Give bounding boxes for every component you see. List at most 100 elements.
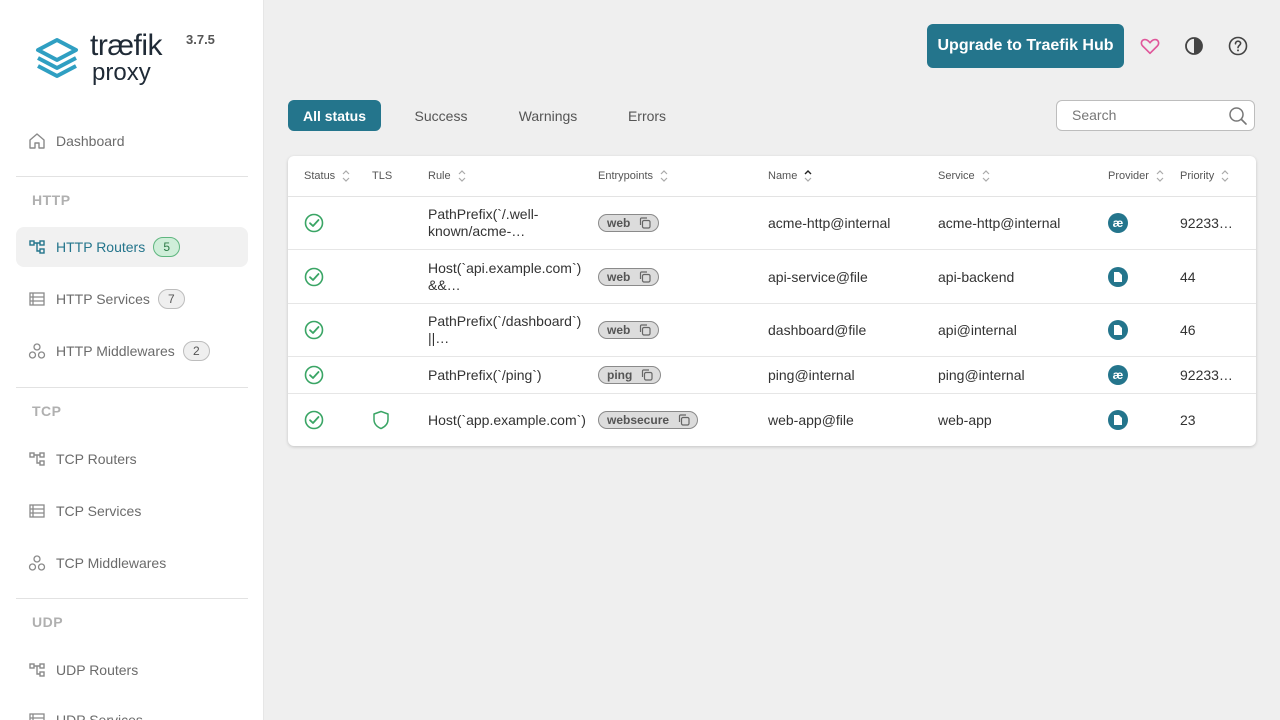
sidebar-item-http-routers[interactable]: HTTP Routers 5 [16,227,248,267]
column-header-rule[interactable]: Rule [428,156,467,196]
service-name: web-app [938,412,992,428]
entrypoint-chip[interactable]: ping [598,366,662,384]
service-name: acme-http@internal [938,215,1061,231]
column-header-provider[interactable]: Provider [1108,156,1165,196]
entrypoint-chip[interactable]: web [598,214,660,232]
sidebar-item-dashboard[interactable]: Dashboard [16,121,248,161]
priority-value: 92233… [1180,215,1233,231]
entrypoint-chip[interactable]: web [598,321,660,339]
service-name: api@internal [938,322,1017,338]
section-title-udp: UDP [32,614,64,630]
rule-text: PathPrefix(`/.well-known/acme-… [428,206,539,239]
heart-icon[interactable] [1138,34,1162,58]
table-row[interactable]: Host(`api.example.com`) &&… web api-serv… [288,250,1256,304]
sidebar-item-tcp-routers[interactable]: TCP Routers [16,439,248,479]
success-status-icon [304,357,324,393]
column-header-entrypoints[interactable]: Entrypoints [598,156,669,196]
sidebar-item-label: HTTP Services [56,291,150,307]
table-row[interactable]: PathPrefix(`/dashboard`) ||… web dashboa… [288,304,1256,357]
sidebar-item-label: TCP Services [56,503,142,519]
section-title-http: HTTP [32,192,71,208]
filter-warnings[interactable]: Warnings [505,100,591,131]
success-status-icon [304,394,324,446]
rule-text: Host(`app.example.com`) [428,411,586,428]
rule-text: PathPrefix(`/ping`) [428,366,542,383]
column-header-service[interactable]: Service [938,156,991,196]
success-status-icon [304,197,324,249]
filter-success[interactable]: Success [400,100,482,131]
theme-toggle-icon[interactable] [1182,34,1206,58]
sidebar-item-label: HTTP Routers [56,239,146,255]
copy-icon[interactable] [640,368,654,382]
column-header-status[interactable]: Status [304,156,351,196]
router-name: api-service@file [768,268,868,285]
search-box[interactable] [1056,100,1255,131]
priority-value: 44 [1180,268,1196,285]
search-icon[interactable] [1228,106,1248,126]
logo-wordmark: træfik [90,29,163,62]
table-row[interactable]: Host(`app.example.com`) websecure web-ap… [288,394,1256,446]
count-badge: 2 [182,341,210,361]
entrypoint-chip[interactable]: web [598,267,660,286]
sidebar-divider [16,176,248,177]
internal-provider-icon: æ [1108,213,1128,233]
success-status-icon [304,250,324,303]
sort-icon [342,170,350,182]
sidebar-item-udp-routers[interactable]: UDP Routers [16,650,248,690]
help-icon[interactable] [1226,34,1250,58]
middlewares-icon [28,342,46,360]
tls-shield-icon [372,394,390,446]
sort-ascending-icon [804,170,812,182]
copy-icon[interactable] [638,270,652,284]
section-title-tcp: TCP [32,403,62,419]
sidebar: træfik proxy 3.7.5 Dashboard HTTP HTTP R… [0,0,264,720]
version-label: 3.7.5 [186,32,215,47]
routers-icon [28,238,46,256]
traefik-logo[interactable]: træfik proxy 3.7.5 [32,30,232,90]
filter-errors[interactable]: Errors [616,100,678,131]
sidebar-item-udp-services[interactable]: UDP Services [16,700,248,720]
column-header-name[interactable]: Name [768,156,813,196]
table-row[interactable]: PathPrefix(`/.well-known/acme-… web acme… [288,197,1256,250]
router-name: web-app@file [768,412,854,428]
count-badge: 5 [153,237,181,257]
sidebar-item-label: Dashboard [56,133,125,149]
sort-icon [660,170,668,182]
routers-icon [28,661,46,679]
filter-all-status[interactable]: All status [288,100,381,131]
count-badge: 7 [157,289,185,309]
file-provider-icon [1108,410,1128,430]
services-icon [28,502,46,520]
sidebar-item-tcp-middlewares[interactable]: TCP Middlewares [16,543,248,583]
table-row[interactable]: PathPrefix(`/ping`) ping ping@internal p… [288,357,1256,394]
search-input[interactable] [1072,107,1222,123]
sidebar-item-label: TCP Routers [56,451,137,467]
services-icon [28,290,46,308]
sidebar-item-label: UDP Services [56,712,143,720]
copy-icon[interactable] [638,323,652,337]
sort-icon [1156,170,1164,182]
services-icon [28,711,46,720]
priority-value: 46 [1180,322,1196,338]
sidebar-item-tcp-services[interactable]: TCP Services [16,491,248,531]
logo-subtitle: proxy [92,59,151,86]
copy-icon[interactable] [638,216,652,230]
sort-icon [1221,170,1229,182]
priority-value: 92233… [1180,367,1233,383]
copy-icon[interactable] [677,413,691,427]
service-name: api-backend [938,268,1015,285]
router-name: acme-http@internal [768,215,891,231]
sidebar-item-label: HTTP Middlewares [56,343,175,359]
upgrade-button[interactable]: Upgrade to Traefik Hub [927,24,1124,68]
sidebar-divider [16,387,248,388]
traefik-logo-mark-icon [36,38,78,78]
priority-value: 23 [1180,412,1196,428]
entrypoint-chip[interactable]: websecure [598,411,699,429]
sidebar-item-http-middlewares[interactable]: HTTP Middlewares 2 [16,331,248,371]
rule-text: PathPrefix(`/dashboard`) ||… [428,313,582,346]
sidebar-item-http-services[interactable]: HTTP Services 7 [16,279,248,319]
success-status-icon [304,304,324,356]
column-header-priority[interactable]: Priority [1180,156,1230,196]
internal-provider-icon: æ [1108,365,1128,385]
sort-icon [982,170,990,182]
